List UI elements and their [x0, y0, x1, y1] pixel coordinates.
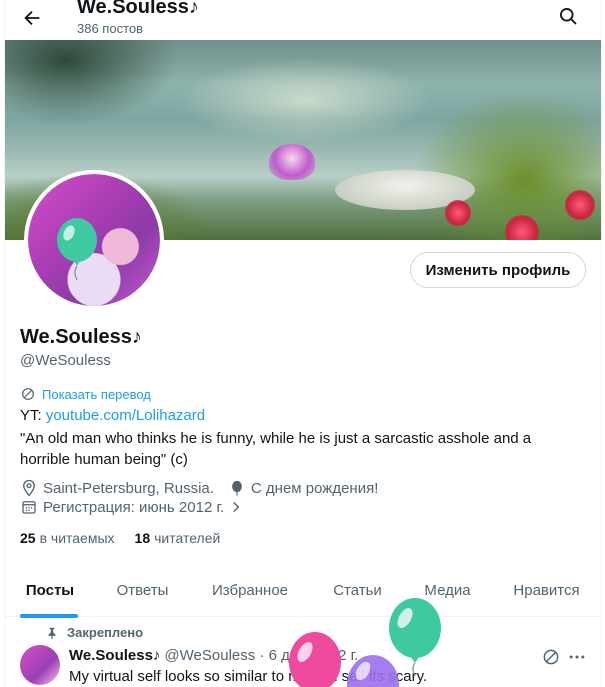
following-count: 25: [20, 530, 36, 546]
search-icon: [560, 7, 577, 25]
location-item: Saint-Petersburg, Russia.: [20, 479, 214, 497]
balloon-icon: [232, 480, 242, 496]
tab-highlights[interactable]: Избранное: [190, 564, 310, 617]
back-button[interactable]: [17, 3, 47, 33]
tab-replies[interactable]: Ответы: [95, 564, 190, 617]
show-translation-label: Показать перевод: [42, 386, 151, 402]
bio-quote: "An old man who thinks he is funny, whil…: [20, 430, 532, 468]
banner-trees: [5, 40, 245, 160]
pinned-label: Закреплено: [67, 625, 144, 640]
bio-link[interactable]: youtube.com/Lolihazard: [46, 407, 205, 424]
profile-name: We.Souless♪: [20, 326, 142, 348]
following-link[interactable]: 25 в читаемых: [20, 530, 115, 546]
show-translation-link[interactable]: Показать перевод: [20, 386, 151, 402]
location-icon: [23, 479, 35, 497]
location-text: Saint-Petersburg, Russia.: [43, 479, 214, 497]
post-avatar[interactable]: [20, 645, 60, 685]
pinned-indicator: Закреплено: [45, 625, 143, 640]
banner-character: [269, 144, 315, 180]
profile-page: We.Souless♪ 386 постов Изменить профиль …: [4, 0, 602, 687]
follow-stats: 25 в читаемых 18 читателей: [20, 530, 240, 546]
translate-icon[interactable]: [541, 647, 561, 667]
chevron-right-icon: [233, 501, 240, 513]
banner-flower: [445, 200, 471, 226]
profile-tabs: Посты Ответы Избранное Статьи Медиа Нрав…: [5, 564, 601, 617]
joined-text: Регистрация: июнь 2012 г.: [43, 498, 225, 516]
banner-flower: [565, 190, 595, 220]
translate-icon: [22, 388, 34, 400]
banner-grass-right: [365, 80, 601, 240]
search-button[interactable]: [555, 3, 581, 29]
profile-handle: @WeSouless: [20, 352, 111, 369]
profile-avatar[interactable]: [24, 170, 164, 310]
edit-profile-button[interactable]: Изменить профиль: [410, 252, 586, 288]
bio-line-1: YT: youtube.com/Lolihazard: [20, 407, 205, 424]
arrow-left-icon: [24, 10, 40, 26]
tab-posts[interactable]: Посты: [5, 564, 95, 617]
calendar-icon: [22, 501, 36, 514]
header-title: We.Souless♪: [77, 0, 199, 18]
joined-item[interactable]: Регистрация: июнь 2012 г.: [20, 498, 243, 516]
post-author[interactable]: We.Souless♪: [69, 647, 160, 664]
tab-likes[interactable]: Нравится: [490, 564, 601, 617]
birthday-text: С днем рождения!: [250, 479, 379, 497]
balloon-icon: [57, 218, 97, 280]
active-tab-indicator: [20, 614, 78, 618]
birthday-balloon-pink-icon: [289, 632, 341, 687]
birthday-item: С днем рождения!: [228, 479, 378, 497]
top-bar: We.Souless♪ 386 постов: [5, 0, 601, 40]
bio-prefix: YT:: [20, 407, 46, 424]
followers-label: читателей: [154, 530, 221, 546]
following-label: в читаемых: [39, 530, 115, 546]
posts-count: 386 постов: [77, 21, 144, 36]
profile-meta: Saint-Petersburg, Russia. С днем рождени…: [20, 479, 392, 497]
more-options-icon[interactable]: [567, 647, 587, 667]
followers-count: 18: [134, 530, 151, 546]
birthday-balloon-purple-icon: [347, 655, 399, 687]
followers-link[interactable]: 18 читателей: [135, 530, 221, 546]
pin-icon: [48, 627, 56, 639]
